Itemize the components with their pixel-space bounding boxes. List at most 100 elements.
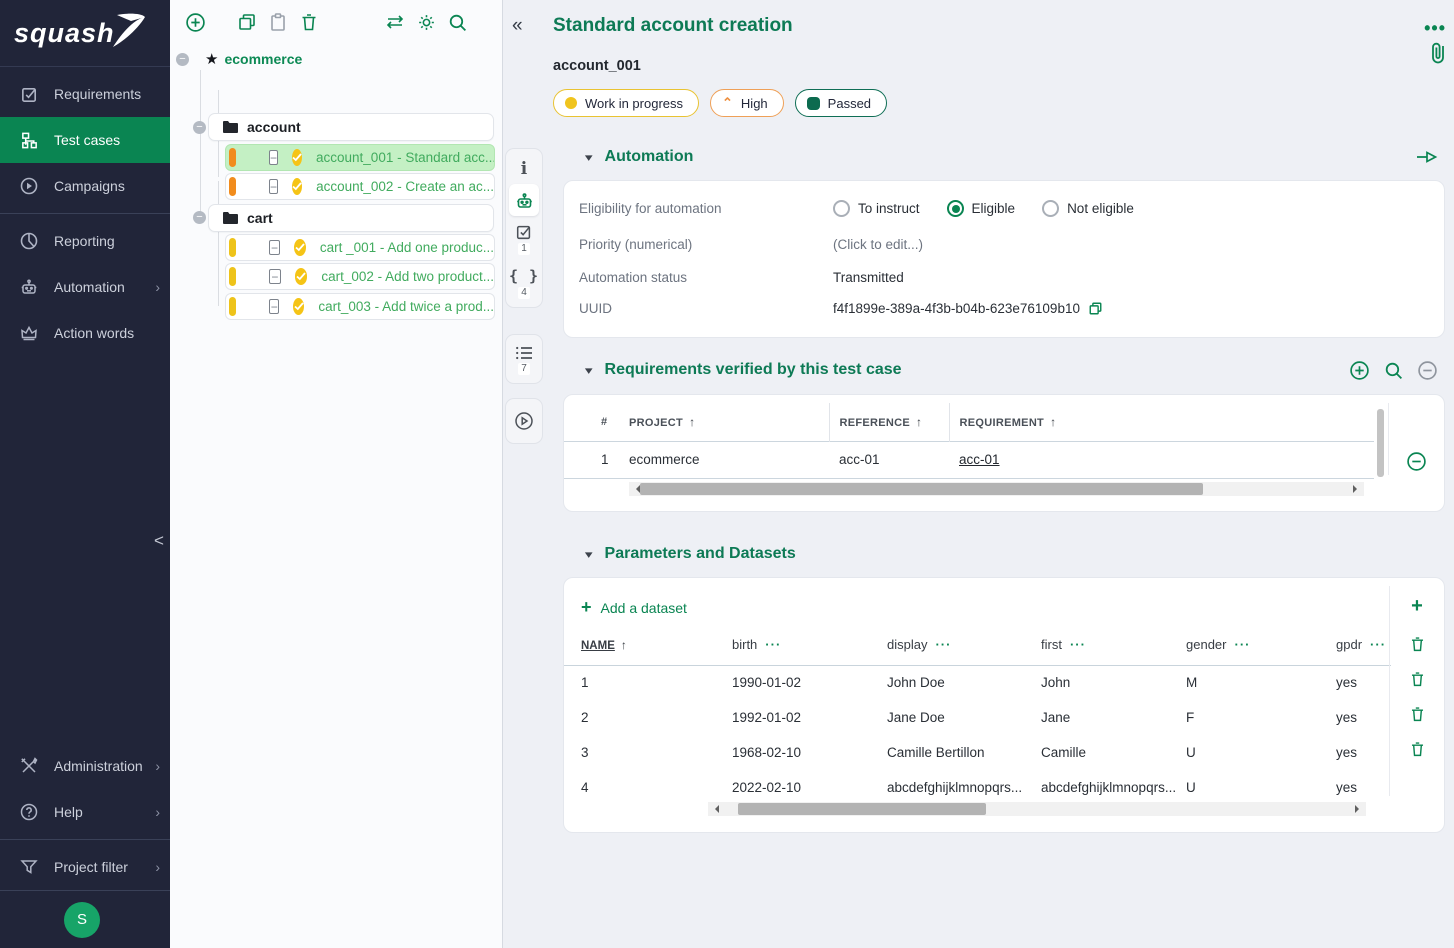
gear-icon[interactable] [415,11,437,33]
squash-logo: squash [0,0,170,67]
tab-executions-list[interactable]: 7 [509,338,539,380]
delete-dataset-trash-icon[interactable] [1409,731,1426,766]
tree-item-account-001[interactable]: − account_001 - Standard acc... [225,144,495,171]
unlink-requirement-minus-icon[interactable] [1417,360,1438,381]
sidebar-item-help[interactable]: Help › [0,789,170,835]
sidebar-item-administration[interactable]: Administration › [0,743,170,789]
sidebar-item-campaigns[interactable]: Campaigns [0,163,170,209]
vertical-scrollbar[interactable] [1377,409,1384,477]
tab-steps[interactable]: 1 [509,216,539,260]
link-requirement-plus-icon[interactable] [1349,360,1370,381]
sidebar-item-reporting[interactable]: Reporting [0,218,170,264]
delete-dataset-trash-icon[interactable] [1409,696,1426,731]
add-parameter-plus-icon[interactable]: + [1411,586,1423,626]
delete-dataset-trash-icon[interactable] [1409,661,1426,696]
kebab-menu-icon[interactable]: ··· [935,637,951,652]
scroll-left-icon[interactable] [711,805,719,813]
tab-run[interactable] [509,402,539,440]
project-name: ecommerce [224,51,302,67]
swap-arrows-icon[interactable] [384,11,406,33]
tab-automation[interactable] [509,184,539,216]
tree-folder-account[interactable]: account [208,113,494,141]
sidebar-collapse-chevron[interactable]: < [151,528,167,554]
cell-display: abcdefghijklmnopqrs... [887,770,1041,805]
minus-square-icon[interactable]: − [269,299,279,314]
column-header-birth[interactable]: birth··· [732,625,887,665]
column-header-first[interactable]: first··· [1041,625,1186,665]
collapse-minus-icon[interactable]: − [176,53,189,66]
sidebar-item-test-cases[interactable]: Test cases [0,117,170,163]
tab-parameters[interactable]: { } 4 [509,260,539,304]
column-header-display[interactable]: display··· [887,625,1041,665]
tree-root-project[interactable]: − ★ ecommerce [176,48,302,70]
chevron-down-icon[interactable]: ▾ [585,364,593,377]
radio-not-eligible[interactable]: Not eligible [1042,200,1134,217]
collapse-panel-icon[interactable]: « [512,15,523,37]
execution-chip-passed[interactable]: Passed [795,89,887,117]
delete-trash-icon[interactable] [298,11,320,33]
column-header-requirement[interactable]: REQUIREMENT↑ [949,403,1374,441]
add-dataset-button[interactable]: + Add a dataset [581,597,687,618]
tree-item-cart-003[interactable]: − cart_003 - Add twice a prod... [225,293,495,320]
scrollbar-thumb[interactable] [738,803,986,815]
collapse-minus-icon[interactable]: − [193,211,206,224]
collapse-minus-icon[interactable]: − [193,121,206,134]
status-dot-icon [565,97,577,109]
minus-square-icon[interactable]: − [269,179,278,194]
column-header-gender[interactable]: gender··· [1186,625,1336,665]
kebab-menu-icon[interactable]: ··· [765,637,781,652]
attachments-paperclip-icon[interactable] [1430,40,1446,66]
column-header-name[interactable]: NAME↑ [564,625,732,665]
horizontal-scrollbar[interactable] [629,482,1364,496]
search-icon[interactable] [446,11,468,33]
scroll-left-icon[interactable] [632,485,640,493]
sidebar-item-requirements[interactable]: Requirements [0,71,170,117]
braces-icon: { } [509,267,539,285]
more-menu-icon[interactable]: ••• [1424,18,1446,39]
kebab-menu-icon[interactable]: ··· [1070,637,1086,652]
priority-editable-value[interactable]: (Click to edit...) [833,237,923,252]
column-header-project[interactable]: PROJECT↑ [629,403,829,441]
scroll-right-icon[interactable] [1355,805,1363,813]
user-avatar[interactable]: S [64,902,100,938]
copy-icon[interactable] [236,11,258,33]
sidebar-item-action-words[interactable]: Action words [0,310,170,356]
requirement-link[interactable]: acc-01 [959,452,1000,467]
scrollbar-thumb[interactable] [640,483,1203,495]
copy-uuid-icon[interactable] [1088,301,1103,316]
tab-information[interactable]: i [509,152,539,184]
unbind-requirement-icon[interactable] [1406,451,1427,472]
chevron-right-icon: › [155,758,160,774]
paste-clipboard-icon[interactable] [267,11,289,33]
list-icon [515,345,534,361]
play-circle-icon [514,411,534,431]
chevron-down-icon[interactable]: ▾ [585,548,593,561]
kebab-menu-icon[interactable]: ··· [1370,637,1386,652]
importance-chip-high[interactable]: ⌃ High [710,89,784,117]
cell-gender: F [1186,700,1336,735]
status-chip-work-in-progress[interactable]: Work in progress [553,89,699,117]
datasets-section-header: ▾ Parameters and Datasets [586,545,796,563]
create-plus-icon[interactable] [184,11,206,33]
horizontal-scrollbar[interactable] [708,802,1366,816]
scroll-right-icon[interactable] [1353,485,1361,493]
radio-eligible[interactable]: Eligible [947,200,1016,217]
tree-item-cart-001[interactable]: − cart _001 - Add one produc... [225,234,495,261]
kebab-menu-icon[interactable]: ··· [1234,637,1250,652]
status-check-icon [294,239,306,256]
delete-dataset-trash-icon[interactable] [1409,626,1426,661]
transmit-arrow-icon[interactable] [1415,147,1438,167]
tree-item-cart-002[interactable]: − cart_002 - Add two product... [225,263,495,290]
sidebar-item-automation[interactable]: Automation › [0,264,170,310]
search-requirement-icon[interactable] [1383,360,1404,381]
column-header-reference[interactable]: REFERENCE↑ [829,403,949,441]
minus-square-icon[interactable]: − [269,240,280,255]
tree-item-account-002[interactable]: − account_002 - Create an ac... [225,173,495,200]
minus-square-icon[interactable]: − [269,269,281,284]
radio-to-instruct[interactable]: To instruct [833,200,920,217]
sidebar-item-project-filter[interactable]: Project filter › [0,844,170,890]
chevron-down-icon[interactable]: ▾ [585,151,593,164]
column-header-gpdr[interactable]: gpdr··· [1336,625,1391,665]
tree-folder-cart[interactable]: cart [208,204,494,232]
minus-square-icon[interactable]: − [269,150,278,165]
